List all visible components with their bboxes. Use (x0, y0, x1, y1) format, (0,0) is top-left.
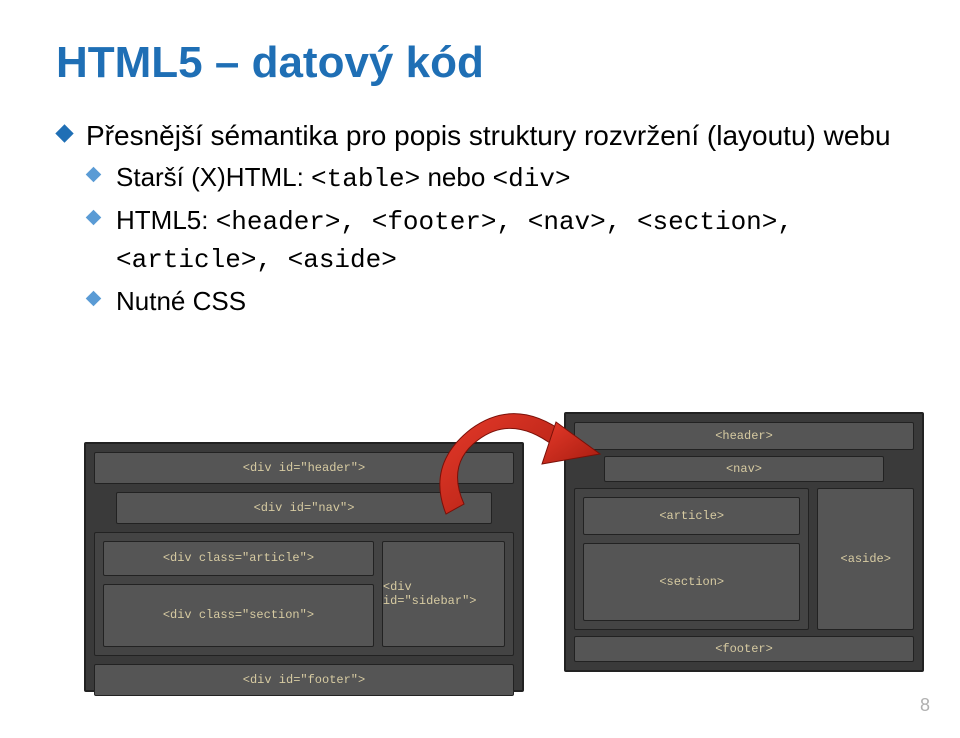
old-header-box: <div id="header"> (94, 452, 514, 484)
diagrams-container: <div id="header"> <div id="nav"> <div cl… (56, 412, 924, 692)
sub-bullet-item: Nutné CSS (86, 283, 904, 320)
new-footer-box: <footer> (574, 636, 914, 662)
text-fragment: nebo (420, 162, 492, 192)
code-fragment: <header>, <footer>, <nav>, <section>, <a… (116, 207, 793, 276)
sub-bullet-text: Starší (X)HTML: <table> nebo <div> (116, 162, 571, 192)
bullet-item: Přesnější sémantika pro popis struktury … (56, 116, 904, 320)
code-fragment: <div> (493, 164, 571, 194)
bullet-text: Přesnější sémantika pro popis struktury … (86, 120, 891, 151)
page-number: 8 (920, 695, 930, 716)
sub-bullet-item: Starší (X)HTML: <table> nebo <div> (86, 159, 904, 198)
new-section-box: <section> (583, 543, 800, 621)
old-nav-box: <div id="nav"> (116, 492, 492, 524)
old-article-box: <div class="article"> (103, 541, 374, 576)
text-fragment: Starší (X)HTML: (116, 162, 311, 192)
sub-bullet-text: Nutné CSS (116, 286, 246, 316)
sub-bullet-text: HTML5: <header>, <footer>, <nav>, <secti… (116, 205, 793, 274)
sub-bullet-list: Starší (X)HTML: <table> nebo <div> HTML5… (86, 159, 904, 321)
old-layout-diagram: <div id="header"> <div id="nav"> <div cl… (84, 442, 524, 692)
slide-title: HTML5 – datový kód (56, 38, 904, 88)
old-content-area: <div class="article"> <div class="sectio… (94, 532, 514, 656)
diamond-icon (86, 209, 102, 225)
diamond-icon (86, 291, 102, 307)
new-nav-box: <nav> (604, 456, 884, 482)
new-layout-diagram: <header> <nav> <article> <section> <asid… (564, 412, 924, 672)
code-fragment: <table> (311, 164, 420, 194)
diamond-icon (86, 166, 102, 182)
old-footer-box: <div id="footer"> (94, 664, 514, 696)
new-header-box: <header> (574, 422, 914, 450)
slide: HTML5 – datový kód Přesnější sémantika p… (0, 0, 960, 738)
diamond-icon (55, 124, 73, 142)
new-content-area: <article> <section> <aside> (574, 488, 914, 630)
bullet-list: Přesnější sémantika pro popis struktury … (56, 116, 904, 320)
new-aside-box: <aside> (817, 488, 914, 630)
old-section-box: <div class="section"> (103, 584, 374, 647)
sub-bullet-item: HTML5: <header>, <footer>, <nav>, <secti… (86, 202, 904, 280)
old-sidebar-box: <div id="sidebar"> (382, 541, 505, 647)
text-fragment: HTML5: (116, 205, 216, 235)
new-article-box: <article> (583, 497, 800, 535)
